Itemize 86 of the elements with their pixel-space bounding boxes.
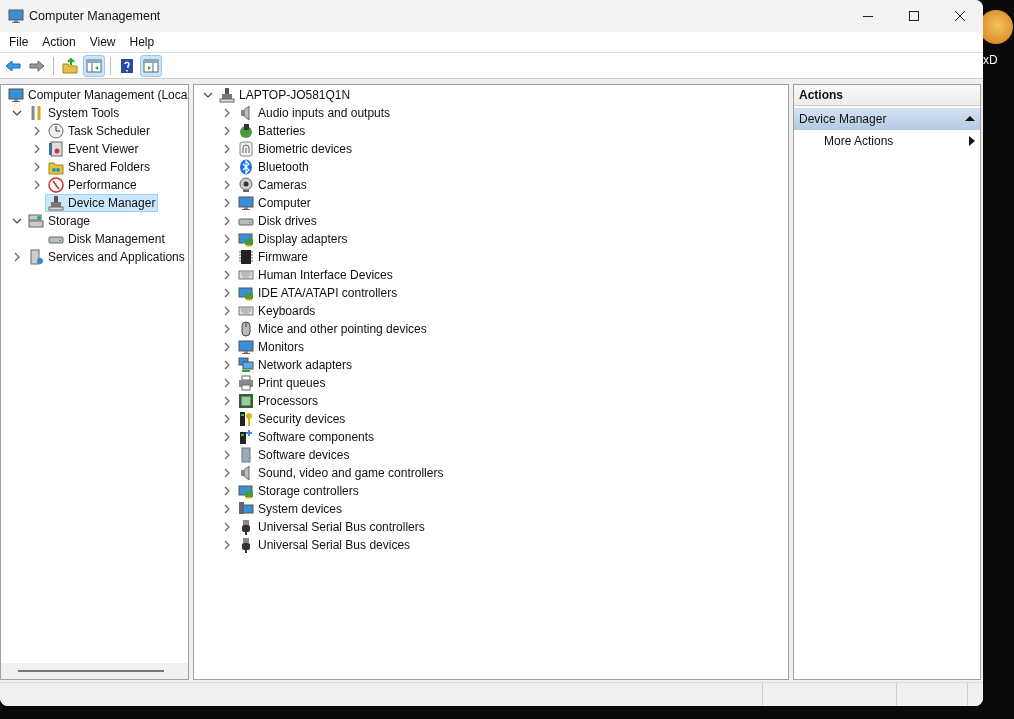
- tree-item[interactable]: Software components: [235, 428, 378, 446]
- menu-item[interactable]: File: [2, 35, 36, 49]
- action-link[interactable]: More Actions: [824, 134, 969, 148]
- tree-item[interactable]: Human Interface Devices: [235, 266, 396, 284]
- component-icon: [238, 429, 254, 445]
- bluetooth-icon: [238, 159, 254, 175]
- tree-item[interactable]: Processors: [235, 392, 322, 410]
- window-title: Computer Management: [29, 9, 162, 23]
- monitor-icon: [238, 195, 254, 211]
- fingerprint-icon: [238, 141, 254, 157]
- console-tree-button[interactable]: [83, 54, 105, 77]
- book-icon: [48, 141, 64, 157]
- monitor-icon: [238, 339, 254, 355]
- action-pane-icon: [143, 57, 159, 74]
- desktop-icon-label[interactable]: xD: [983, 53, 998, 67]
- app-icon[interactable]: [983, 10, 1013, 44]
- monitor-icon: [8, 8, 24, 24]
- tree-item[interactable]: Universal Serial Bus controllers: [235, 518, 428, 536]
- forward-icon: [29, 57, 45, 74]
- maximize-icon: [909, 11, 919, 21]
- plug-icon: [219, 87, 235, 103]
- printer-icon: [238, 375, 254, 391]
- chip-icon: [238, 249, 254, 265]
- tree-item[interactable]: Display adapters: [235, 230, 351, 248]
- webcam-icon: [238, 177, 254, 193]
- folder-icon: [48, 159, 64, 175]
- help-icon: [119, 57, 135, 74]
- tree-item[interactable]: Shared Folders: [45, 158, 154, 176]
- section-title: Device Manager: [799, 112, 888, 126]
- tree-item[interactable]: Audio inputs and outputs: [235, 104, 394, 122]
- tree-item[interactable]: Mice and other pointing devices: [235, 320, 430, 338]
- monitor-icon: [8, 87, 24, 103]
- tree-item[interactable]: Security devices: [235, 410, 349, 428]
- tree-item[interactable]: Bluetooth: [235, 158, 312, 176]
- up-folder-icon: [62, 57, 78, 74]
- tree-item[interactable]: Performance: [45, 176, 140, 194]
- tree-item[interactable]: Disk drives: [235, 212, 320, 230]
- tree-item[interactable]: Network adapters: [235, 356, 356, 374]
- tree-item[interactable]: Computer: [235, 194, 314, 212]
- card-icon: [238, 483, 254, 499]
- tree-item[interactable]: System Tools: [25, 104, 123, 122]
- console-tree-icon: [86, 57, 102, 74]
- horizontal-scrollbar[interactable]: [1, 663, 188, 679]
- tree-item[interactable]: Firmware: [235, 248, 311, 266]
- clock-icon: [48, 123, 64, 139]
- plug-icon: [48, 195, 64, 211]
- tree-item[interactable]: Universal Serial Bus devices: [235, 536, 414, 554]
- storage-icon: [28, 213, 44, 229]
- tree-item[interactable]: Biometric devices: [235, 140, 356, 158]
- menu-item[interactable]: Help: [122, 35, 162, 49]
- mouse-icon: [238, 321, 254, 337]
- tree-item[interactable]: Sound, video and game controllers: [235, 464, 447, 482]
- tree-item[interactable]: Storage: [25, 212, 94, 230]
- key-icon: [238, 411, 254, 427]
- close-icon: [955, 11, 965, 21]
- tree-item[interactable]: Cameras: [235, 176, 310, 194]
- network-icon: [238, 357, 254, 373]
- tree-item[interactable]: Keyboards: [235, 302, 319, 320]
- tree-item[interactable]: LAPTOP-JO581Q1N: [216, 86, 354, 104]
- collapse-triangle-icon[interactable]: [965, 114, 975, 124]
- tree-item[interactable]: Device Manager: [45, 194, 159, 212]
- tree-item[interactable]: System devices: [235, 500, 346, 518]
- cpu-icon: [238, 393, 254, 409]
- tree-item[interactable]: Disk Management: [45, 230, 168, 248]
- menu-item[interactable]: Action: [35, 35, 83, 49]
- card-icon: [238, 285, 254, 301]
- tree-item[interactable]: Print queues: [235, 374, 329, 392]
- system-icon: [238, 501, 254, 517]
- back-icon: [5, 57, 21, 74]
- tree-item[interactable]: Batteries: [235, 122, 309, 140]
- battery-icon: [238, 123, 254, 139]
- tree-item[interactable]: Services and Applications: [25, 248, 188, 266]
- tree-item[interactable]: Storage controllers: [235, 482, 362, 500]
- card-icon: [238, 231, 254, 247]
- actions-header: Actions: [794, 85, 980, 106]
- keyboard-icon: [238, 267, 254, 283]
- keyboard-icon: [238, 303, 254, 319]
- server-icon: [28, 249, 44, 265]
- tree-item[interactable]: Monitors: [235, 338, 307, 356]
- menu-item[interactable]: View: [82, 35, 123, 49]
- tower-icon: [238, 447, 254, 463]
- tree-item[interactable]: Event Viewer: [45, 140, 142, 158]
- tree-item[interactable]: Software devices: [235, 446, 353, 464]
- tree-item[interactable]: Task Scheduler: [45, 122, 154, 140]
- tree-item[interactable]: IDE ATA/ATAPI controllers: [235, 284, 401, 302]
- actions-section-header[interactable]: Device Manager: [794, 108, 980, 130]
